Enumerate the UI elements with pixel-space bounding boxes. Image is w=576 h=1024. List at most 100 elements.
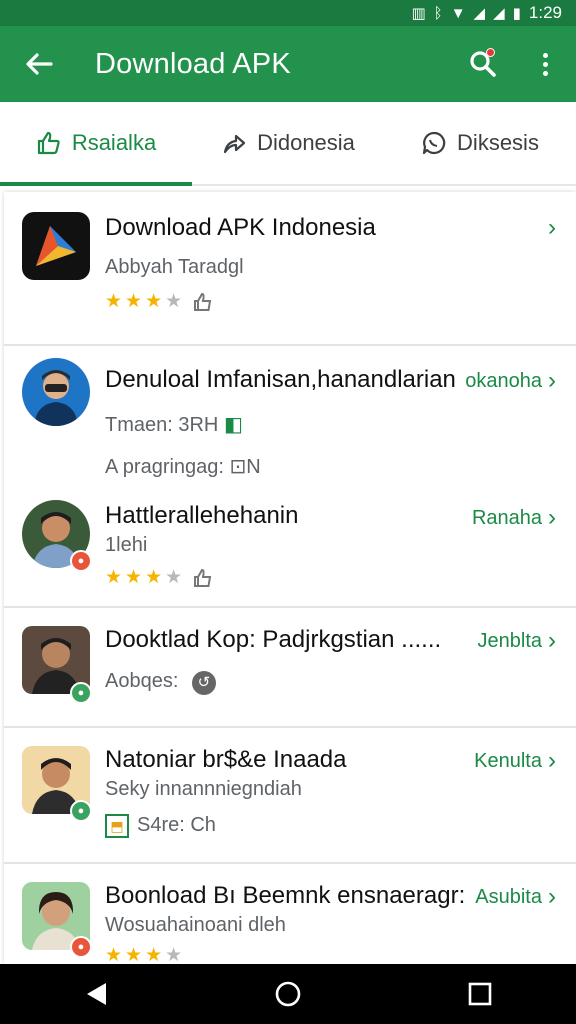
- app-subtitle: Wosuahainoani dleh: [105, 914, 286, 936]
- tab-label: Rsaialka: [71, 130, 157, 155]
- star-icon: ★: [105, 291, 123, 312]
- status-time: 1:29: [528, 3, 562, 22]
- list-item[interactable]: ● Hattlerallehehanin Ranaha › 1lehi ★ ★ ★…: [4, 486, 576, 608]
- action-label: Kenulta: [474, 749, 542, 772]
- person-icon: [34, 370, 78, 426]
- vibrate-icon: ▥: [411, 4, 426, 22]
- star-icon: ★: [145, 291, 163, 312]
- star-icon: ★: [145, 945, 163, 964]
- app-subtitle: Aobqes: ↺: [105, 670, 216, 695]
- notification-dot: [486, 48, 495, 57]
- app-title: Dooktlad Kop: Padjrkgstian ......: [105, 626, 442, 653]
- nav-back-button[interactable]: [66, 964, 126, 1024]
- search-button[interactable]: [452, 26, 514, 102]
- chevron-right-icon: ›: [548, 214, 556, 241]
- home-circle-icon: [275, 981, 301, 1007]
- chat-icon: [422, 131, 446, 155]
- open-chevron[interactable]: ›: [548, 214, 556, 242]
- back-button[interactable]: [0, 52, 78, 76]
- star-icon: ★: [125, 945, 143, 964]
- tab-label: Diksesis: [457, 130, 539, 155]
- status-bar: ▥ ᛒ ▼ ◢ ◢ ▮ 1:29: [0, 0, 576, 26]
- app-subtitle: Abbyah Taradgl: [105, 256, 244, 278]
- more-options-button[interactable]: [514, 26, 576, 102]
- app-card[interactable]: ● Boonload Bı Beemnk ensnaeragr: Asubita…: [4, 864, 576, 964]
- action-label: Jenblta: [477, 629, 543, 652]
- status-badge: ●: [70, 936, 92, 958]
- thumbs-up-icon: [37, 131, 60, 155]
- star-rating: ★ ★ ★ ★: [105, 944, 182, 964]
- app-list: Download APK Indonesia › Abbyah Taradgl …: [4, 192, 576, 964]
- action-label: Asubita: [475, 885, 542, 908]
- app-title: Hattlerallehehanin: [105, 502, 299, 529]
- app-meta: Tmaen: 3RH ◧: [105, 414, 243, 436]
- app-meta: A pragringag: ⊡N: [105, 456, 261, 478]
- open-link[interactable]: Kenulta ›: [474, 747, 556, 775]
- app-card[interactable]: ● Dooktlad Kop: Padjrkgstian ...... Jenb…: [4, 608, 576, 728]
- recents-square-icon: [468, 982, 492, 1006]
- tab-label: Didonesia: [257, 130, 355, 155]
- list-item[interactable]: Denuloal Imfanisan,hanandlarian okanoha ›…: [4, 346, 576, 486]
- chevron-right-icon: ›: [548, 627, 556, 654]
- open-link[interactable]: Ranaha ›: [472, 504, 556, 532]
- play-logo-icon: [36, 226, 76, 266]
- tab-didonesia[interactable]: Didonesia: [192, 102, 384, 184]
- wifi-icon: ▼: [450, 4, 466, 22]
- bluetooth-icon: ᛒ: [433, 4, 443, 22]
- signal-icon: ◢: [493, 4, 505, 22]
- tab-diksesis[interactable]: Diksesis: [384, 102, 576, 184]
- app-subtitle: Seky innannniegndiah: [105, 778, 302, 800]
- status-badge: ●: [70, 682, 92, 704]
- battery-icon: ▮: [512, 4, 521, 22]
- star-rating: ★ ★ ★ ★: [105, 566, 213, 589]
- app-card[interactable]: Download APK Indonesia › Abbyah Taradgl …: [4, 192, 576, 346]
- refresh-icon: ↺: [191, 671, 216, 695]
- app-title: Download APK Indonesia: [105, 214, 376, 241]
- back-triangle-icon: [87, 983, 106, 1005]
- chevron-right-icon: ›: [548, 367, 556, 394]
- open-link[interactable]: okanoha ›: [465, 367, 556, 395]
- thumbs-up-icon: [194, 292, 212, 311]
- app-card[interactable]: ● Natoniar br$&e Inaada Kenulta › Seky in…: [4, 728, 576, 864]
- share-icon: [223, 134, 246, 154]
- star-icon: ★: [105, 567, 123, 588]
- apps-icon: ◧: [223, 414, 243, 436]
- chevron-right-icon: ›: [548, 747, 556, 774]
- star-empty-icon: ★: [165, 291, 183, 312]
- signal-icon: ◢: [473, 4, 486, 22]
- nav-recents-button[interactable]: [450, 964, 510, 1024]
- back-arrow-icon: [26, 53, 53, 75]
- star-empty-icon: ★: [165, 945, 183, 964]
- chevron-right-icon: ›: [548, 883, 556, 910]
- app-bar: Download APK: [0, 26, 576, 102]
- star-icon: ★: [145, 567, 163, 588]
- app-meta: ⬒ S4re: Ch: [105, 814, 216, 838]
- app-card[interactable]: Denuloal Imfanisan,hanandlarian okanoha ›…: [4, 346, 576, 608]
- star-icon: ★: [125, 291, 143, 312]
- nav-home-button[interactable]: [258, 964, 318, 1024]
- download-icon: ⬒: [105, 814, 129, 838]
- page-title: Download APK: [95, 47, 291, 80]
- system-nav-bar: [0, 964, 576, 1024]
- action-label: okanoha: [465, 369, 542, 392]
- avatar: [22, 358, 90, 426]
- star-empty-icon: ★: [165, 567, 183, 588]
- star-rating: ★ ★ ★ ★: [105, 290, 213, 313]
- status-badge: ●: [70, 550, 92, 572]
- app-title: Natoniar br$&e Inaada: [105, 746, 347, 773]
- status-badge: ●: [70, 800, 92, 822]
- tab-rsaialka[interactable]: Rsaialka: [0, 102, 192, 186]
- action-label: Ranaha: [471, 506, 542, 529]
- app-subtitle: 1lehi: [105, 534, 148, 556]
- tab-bar: Rsaialka Didonesia Diksesis: [0, 102, 576, 186]
- star-icon: ★: [125, 567, 143, 588]
- chevron-right-icon: ›: [548, 504, 556, 531]
- app-logo: [22, 212, 90, 280]
- app-title: Denuloal Imfanisan,hanandlarian: [105, 366, 456, 393]
- more-vert-icon: [542, 52, 548, 76]
- app-title: Boonload Bı Beemnk ensnaeragr:: [105, 882, 466, 909]
- star-icon: ★: [105, 945, 123, 964]
- open-link[interactable]: Asubita ›: [475, 883, 556, 911]
- open-link[interactable]: Jenblta ›: [478, 627, 557, 655]
- thumbs-up-icon: [194, 568, 212, 587]
